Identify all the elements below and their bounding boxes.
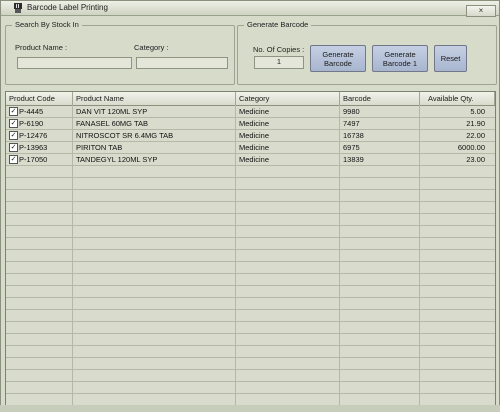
cell-code: P-13963: [19, 143, 48, 152]
empty-row[interactable]: [6, 250, 495, 262]
generate-group-legend: Generate Barcode: [244, 20, 312, 29]
cell-barcode: 9980: [343, 107, 360, 116]
cell-name: DAN VIT 120ML SYP: [76, 107, 148, 116]
empty-row[interactable]: [6, 370, 495, 382]
cell-name: FANASEL 60MG TAB: [76, 119, 148, 128]
empty-row[interactable]: [6, 322, 495, 334]
empty-row[interactable]: [6, 358, 495, 370]
generate-barcode-1-button[interactable]: Generate Barcode 1: [372, 45, 428, 72]
column-header-category[interactable]: Category: [236, 92, 340, 105]
cell-barcode: 13839: [343, 155, 364, 164]
cell-category: Medicine: [239, 107, 270, 116]
category-field[interactable]: [136, 57, 228, 69]
empty-row[interactable]: [6, 262, 495, 274]
empty-row[interactable]: [6, 178, 495, 190]
column-header-barcode[interactable]: Barcode: [340, 92, 420, 105]
copies-label: No. Of Copies :: [253, 45, 305, 54]
table-row[interactable]: ✓ P-13963 PIRITON TAB Medicine 6975 6000.00: [6, 142, 495, 154]
product-grid[interactable]: Product Code Product Name Category Barco…: [5, 91, 496, 407]
empty-row[interactable]: [6, 346, 495, 358]
empty-row[interactable]: [6, 202, 495, 214]
table-row[interactable]: ✓ P-12476 NITROSCOT SR 6.4MG TAB Medicine 16…: [6, 130, 495, 142]
cell-barcode: 6975: [343, 143, 360, 152]
category-label: Category :: [134, 43, 169, 52]
cell-qty: 21.90: [466, 119, 485, 128]
cell-name: PIRITON TAB: [76, 143, 123, 152]
cell-qty: 6000.00: [457, 143, 485, 152]
cell-code: P-4445: [19, 107, 44, 116]
cell-name: NITROSCOT SR 6.4MG TAB: [76, 131, 174, 140]
product-name-label: Product Name :: [15, 43, 68, 52]
cell-qty: 23.00: [466, 155, 485, 164]
search-group-legend: Search By Stock In: [12, 20, 82, 29]
table-row[interactable]: ✓ P-17050 TANDEGYL 120ML SYP Medicine 13839 2…: [6, 154, 495, 166]
empty-row[interactable]: [6, 382, 495, 394]
product-name-field[interactable]: [17, 57, 132, 69]
cell-category: Medicine: [239, 119, 270, 128]
generate-barcode-button[interactable]: Generate Barcode: [310, 45, 366, 72]
grid-header: Product Code Product Name Category Barco…: [6, 92, 495, 106]
title-bar[interactable]: Barcode Label Printing ×: [1, 1, 499, 17]
cell-name: TANDEGYL 120ML SYP: [76, 155, 158, 164]
generate-barcode-group: Generate Barcode No. Of Copies : 1 Gener…: [237, 20, 497, 85]
cell-qty: 5.00: [470, 107, 485, 116]
cell-qty: 22.00: [466, 131, 485, 140]
cell-barcode: 16738: [343, 131, 364, 140]
cell-code: P-12476: [19, 131, 48, 140]
empty-row[interactable]: [6, 214, 495, 226]
bottom-edge: [0, 405, 500, 412]
search-by-stock-group: Search By Stock In Product Name : Catego…: [5, 20, 235, 85]
empty-row[interactable]: [6, 298, 495, 310]
empty-row[interactable]: [6, 226, 495, 238]
empty-row[interactable]: [6, 274, 495, 286]
reset-button[interactable]: Reset: [434, 45, 467, 72]
table-row[interactable]: ✓ P-6190 FANASEL 60MG TAB Medicine 7497 21.90: [6, 118, 495, 130]
table-row[interactable]: ✓ P-4445 DAN VIT 120ML SYP Medicine 9980 5.00: [6, 106, 495, 118]
barcode-printer-icon: [14, 3, 22, 13]
cell-code: P-17050: [19, 155, 48, 164]
empty-row[interactable]: [6, 190, 495, 202]
cell-category: Medicine: [239, 155, 270, 164]
close-button[interactable]: ×: [466, 5, 496, 17]
empty-row[interactable]: [6, 334, 495, 346]
cell-barcode: 7497: [343, 119, 360, 128]
column-header-available-qty[interactable]: Available Qty.: [420, 92, 495, 105]
empty-row[interactable]: [6, 286, 495, 298]
column-header-product-name[interactable]: Product Name: [73, 92, 236, 105]
column-header-product-code[interactable]: Product Code: [6, 92, 73, 105]
empty-row[interactable]: [6, 310, 495, 322]
cell-category: Medicine: [239, 143, 270, 152]
cell-code: P-6190: [19, 119, 44, 128]
barcode-window: Barcode Label Printing × Search By Stock…: [0, 0, 500, 412]
empty-row[interactable]: [6, 238, 495, 250]
empty-row[interactable]: [6, 166, 495, 178]
copies-field[interactable]: 1: [254, 56, 304, 69]
window-title: Barcode Label Printing: [27, 3, 108, 12]
cell-category: Medicine: [239, 131, 270, 140]
